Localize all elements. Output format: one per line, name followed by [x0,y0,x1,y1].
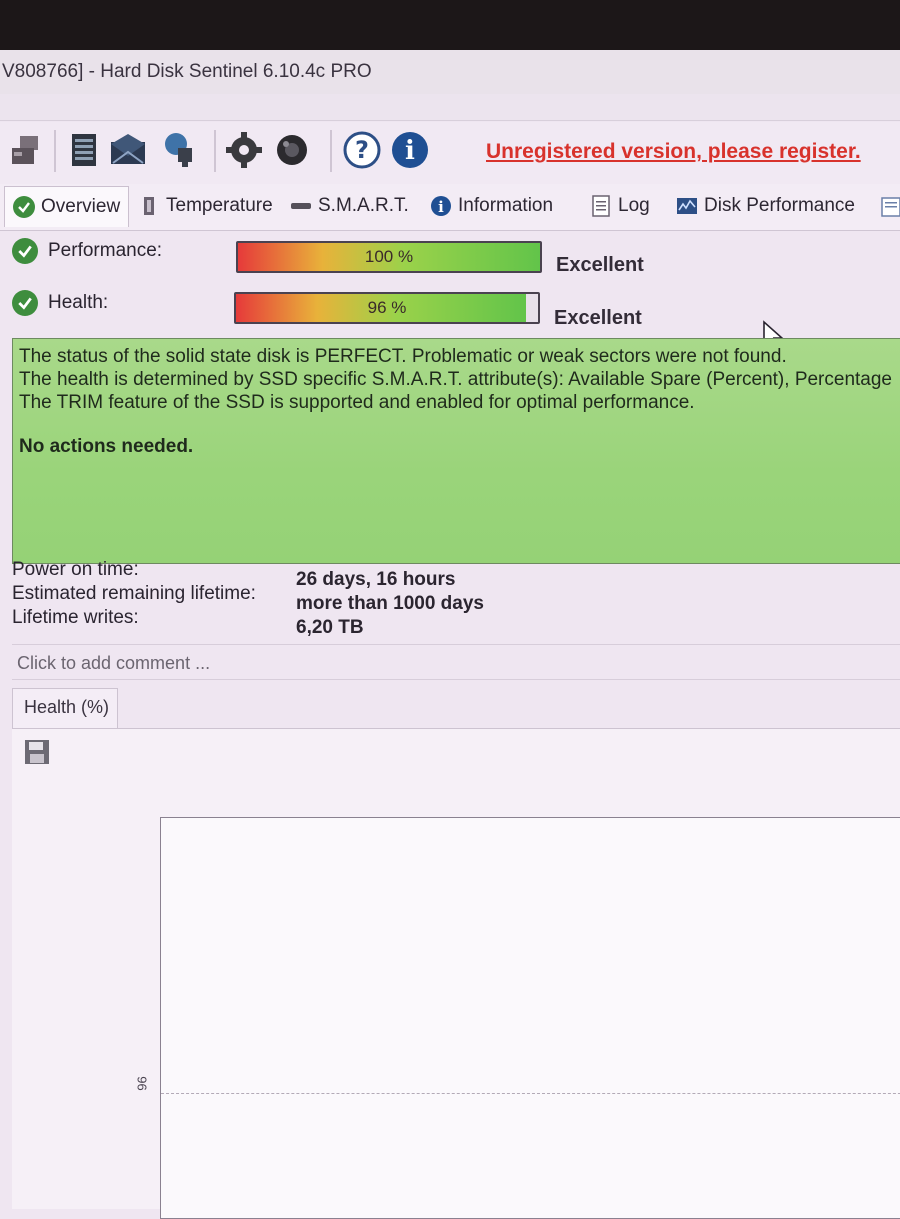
tab-disk-performance[interactable]: Disk Performance [676,188,855,224]
svg-text:?: ? [355,136,369,164]
writes-label: Lifetime writes: [12,607,139,628]
menu-strip [0,94,900,121]
svg-text:i: i [438,198,444,216]
performance-rating: Excellent [556,254,644,276]
power-on-value: 26 days, 16 hours [296,569,456,590]
tab-label: Temperature [166,195,273,216]
health-percent: 96 % [367,298,407,317]
status-description: The status of the solid state disk is PE… [12,338,900,564]
health-label: Health: [48,292,109,313]
performance-bar: 100 % [236,241,542,273]
lifetime-label: Estimated remaining lifetime: [12,583,256,604]
toolbar-separator [330,130,332,172]
info-values: 26 days, 16 hours more than 1000 days 6,… [296,568,484,640]
power-on-label: Power on time: [12,559,139,580]
report-icon[interactable] [64,130,104,170]
log-icon [592,195,610,217]
health-chart-area: 96 [135,817,900,1219]
tab-health-chart[interactable]: Health (%) [12,688,118,728]
tab-strip: Overview Temperature S.M.A.R.T. i Inform… [0,184,900,231]
settings-gear-icon[interactable] [224,130,264,170]
disk-stack-icon[interactable] [6,130,46,170]
tab-label: Log [618,195,650,216]
more-tabs-icon[interactable] [880,196,900,218]
svg-text:i: i [405,136,415,166]
check-icon [12,290,38,316]
status-action: No actions needed. [19,436,194,457]
save-icon[interactable] [24,739,50,765]
tab-smart[interactable]: S.M.A.R.T. [290,188,409,224]
tab-log[interactable]: Log [590,188,650,224]
health-chart-panel: 96 [12,728,900,1219]
help-icon[interactable]: ? [342,130,382,170]
window-titlebar: V808766] - Hard Disk Sentinel 6.10.4c PR… [0,50,900,94]
tab-overview[interactable]: Overview [4,186,130,227]
y-tick-label: 96 [134,1076,150,1091]
toolbar-separator [54,130,56,172]
tab-label: Overview [41,196,121,217]
performance-icon [677,198,697,214]
writes-value: 6,20 TB [296,617,364,638]
toolbar: ? i Unregistered version, please registe… [0,122,900,184]
tab-label: Disk Performance [704,195,855,216]
lifetime-value: more than 1000 days [296,593,484,614]
performance-label-row: Performance: [12,238,162,264]
status-line: The TRIM feature of the SSD is supported… [19,392,695,413]
health-rating: Excellent [554,307,642,329]
screen-bezel [0,0,900,50]
info-icon[interactable]: i [390,130,430,170]
comment-field[interactable]: Click to add comment ... [12,644,900,680]
thermometer-icon [144,197,154,215]
smart-icon [291,203,311,209]
mail-icon[interactable] [108,130,148,170]
tab-information[interactable]: i Information [430,188,553,224]
status-line: The health is determined by SSD specific… [19,369,892,390]
window-title: V808766] - Hard Disk Sentinel 6.10.4c PR… [2,61,372,82]
toolbar-separator [214,130,216,172]
tab-label: Information [458,195,554,216]
health-bar: 96 % [234,292,540,324]
tab-temperature[interactable]: Temperature [138,188,273,224]
surface-test-icon[interactable] [272,130,312,170]
info-labels: Power on time: Estimated remaining lifet… [12,558,256,630]
check-icon [13,196,35,218]
health-label-row: Health: [12,290,108,316]
tab-label: S.M.A.R.T. [318,195,409,216]
info-icon: i [431,196,451,216]
status-line: The status of the solid state disk is PE… [19,346,787,367]
performance-percent: 100 % [364,247,414,266]
chart-gridline [161,1093,900,1094]
check-icon [12,238,38,264]
performance-label: Performance: [48,240,163,261]
network-icon[interactable] [158,130,198,170]
unregistered-link[interactable]: Unregistered version, please register. [486,140,861,164]
